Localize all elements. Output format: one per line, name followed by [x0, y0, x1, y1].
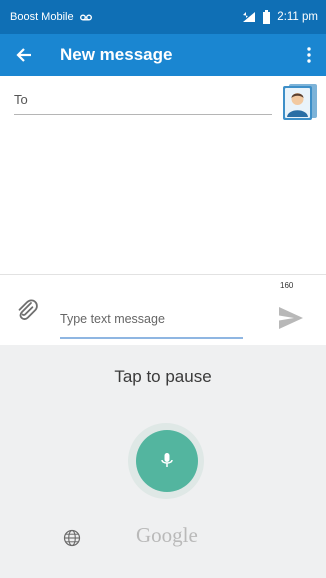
- arrow-left-icon: [16, 48, 31, 62]
- status-time: 2:11 pm: [277, 11, 318, 23]
- page-title: New message: [60, 45, 173, 64]
- send-icon: [279, 307, 303, 329]
- mic-button[interactable]: [136, 430, 198, 492]
- overflow-menu-button[interactable]: [302, 43, 316, 67]
- send-button[interactable]: [277, 305, 305, 331]
- voicemail-icon: [79, 14, 92, 21]
- carrier-name: Boost Mobile: [10, 11, 74, 23]
- language-button[interactable]: [63, 529, 81, 547]
- message-input[interactable]: [60, 305, 243, 333]
- globe-icon: [63, 529, 81, 547]
- recipient-field[interactable]: To: [14, 86, 272, 115]
- status-left: Boost Mobile: [10, 11, 92, 23]
- app-bar: New message: [0, 34, 326, 76]
- recipient-label: To: [14, 92, 28, 107]
- back-button[interactable]: [16, 43, 44, 67]
- status-bar: Boost Mobile 2:11 pm: [0, 0, 326, 34]
- google-logo: Google: [136, 523, 198, 547]
- voice-input-panel: Tap to pause Google: [0, 345, 326, 578]
- signal-icon: [243, 12, 256, 22]
- paperclip-icon: [18, 299, 38, 320]
- mic-icon: [161, 453, 173, 467]
- conversation-area: To: [0, 76, 326, 274]
- contact-picker-button[interactable]: [283, 84, 317, 120]
- status-right: 2:11 pm: [242, 10, 318, 24]
- message-composer: 160: [0, 275, 326, 345]
- attach-button[interactable]: [14, 297, 40, 323]
- battery-icon: [263, 10, 271, 24]
- voice-status-text[interactable]: Tap to pause: [0, 367, 326, 387]
- more-vert-icon: [307, 47, 311, 63]
- message-input-wrapper: [60, 305, 243, 339]
- char-counter: 160: [280, 281, 294, 290]
- contact-card-icon: [283, 84, 317, 120]
